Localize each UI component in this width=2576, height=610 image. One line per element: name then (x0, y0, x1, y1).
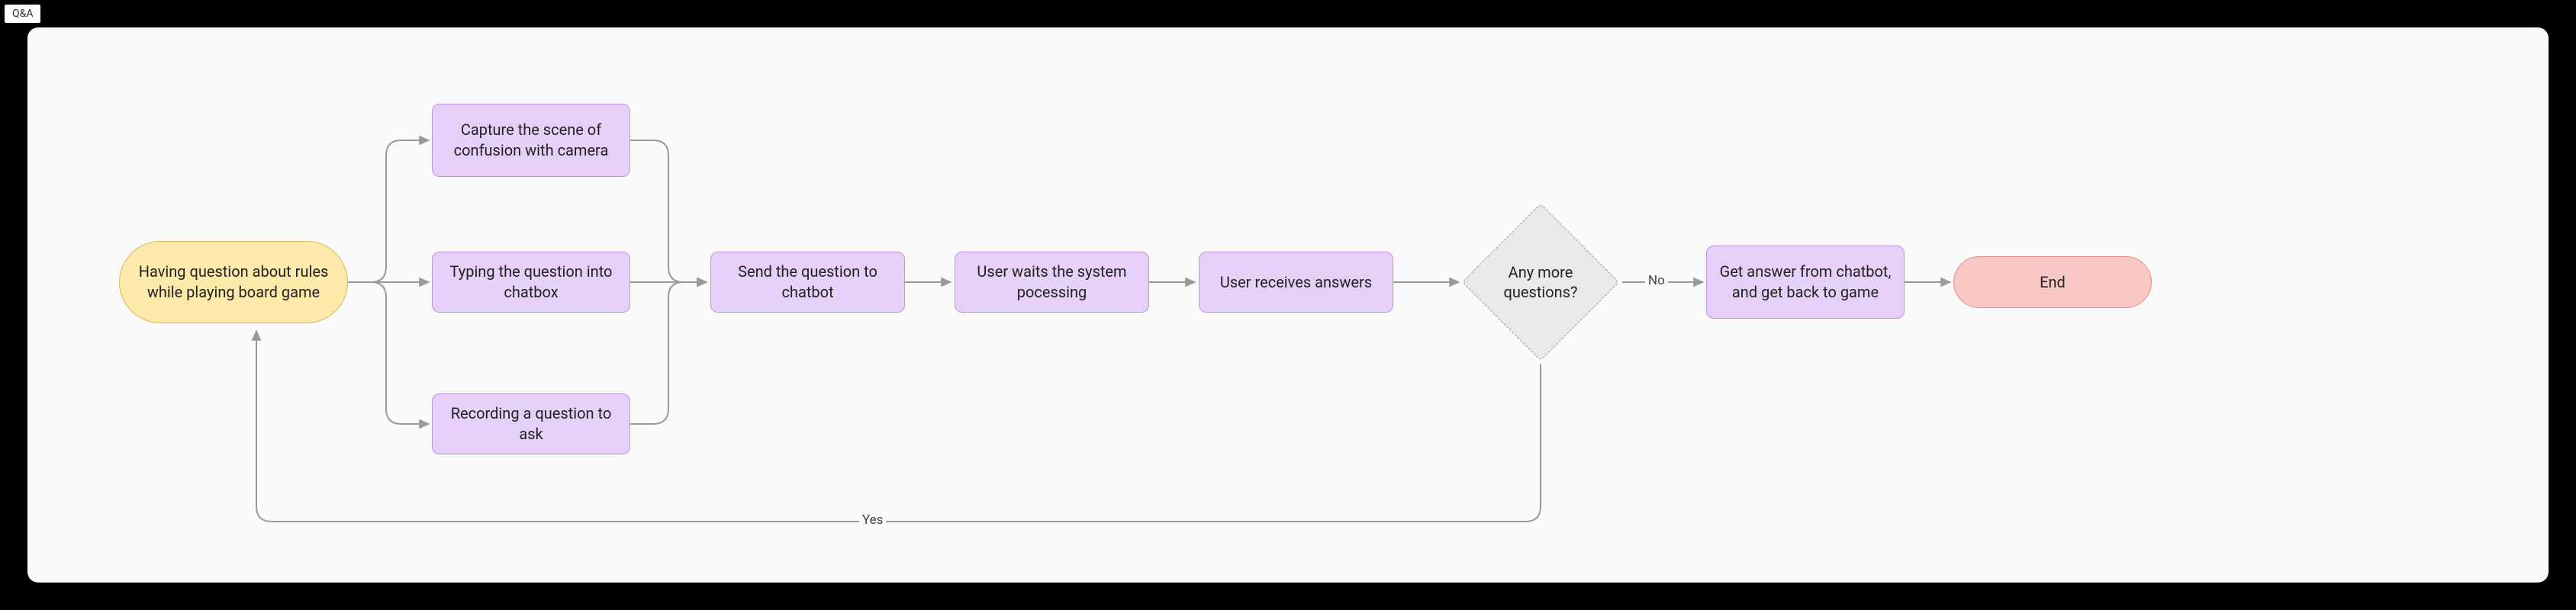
process-typing: Typing the question into chatbox (432, 252, 630, 313)
diagram-canvas: Having question about rules while playin… (27, 27, 2549, 583)
decision-node: Any more questions? (1462, 204, 1619, 361)
process-recording: Recording a question to ask (432, 393, 630, 454)
process-send: Send the question to chatbot (710, 252, 905, 313)
start-node: Having question about rules while playin… (119, 241, 348, 323)
edge-label-no: No (1645, 273, 1668, 288)
process-getback: Get answer from chatbot, and get back to… (1706, 246, 1905, 319)
edge-label-yes: Yes (859, 512, 886, 528)
process-receive: User receives answers (1199, 252, 1393, 313)
tab-qa[interactable]: Q&A (5, 5, 40, 23)
process-wait: User waits the system pocessing (955, 252, 1149, 313)
process-capture: Capture the scene of confusion with came… (432, 104, 630, 177)
end-node: End (1953, 256, 2152, 308)
decision-label: Any more questions? (1462, 204, 1619, 361)
